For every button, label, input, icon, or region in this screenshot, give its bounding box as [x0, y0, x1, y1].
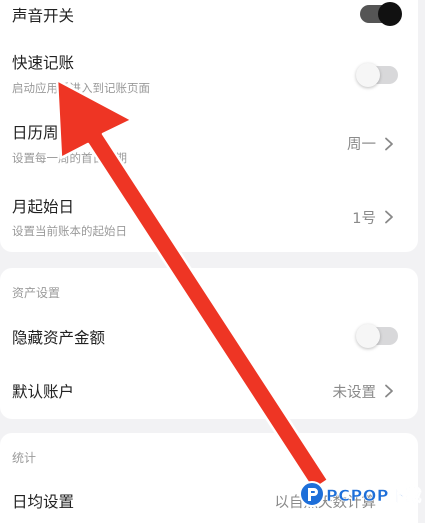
asset-section-title: 资产设置	[12, 286, 61, 300]
toggle-knob	[378, 2, 402, 26]
week-start-value: 周一	[347, 137, 376, 153]
quick-entry-label: 快速记账	[12, 54, 75, 72]
chevron-right-icon	[385, 137, 393, 151]
week-start-label: 日历周首日	[12, 124, 90, 142]
week-start-description: 设置每一周的首日日期	[12, 151, 127, 165]
month-start-value: 1号	[352, 211, 376, 227]
chevron-right-icon	[385, 384, 393, 398]
month-start-label: 月起始日	[12, 198, 75, 216]
daily-average-label: 日均设置	[12, 493, 75, 511]
toggle-knob	[356, 324, 380, 348]
default-account-row[interactable]: 默认账户 未设置	[0, 373, 418, 409]
sound-switch-row[interactable]: 声音开关	[0, 0, 418, 36]
quick-entry-toggle[interactable]	[356, 63, 398, 87]
asset-settings-card: 资产设置 隐藏资产金额 默认账户 未设置	[0, 268, 418, 419]
toggle-knob	[356, 63, 380, 87]
watermark-text: PCPOP下载	[326, 486, 423, 506]
default-account-value: 未设置	[332, 385, 377, 401]
pcpop-watermark: PCPOP下载	[296, 478, 425, 514]
general-settings-card: 声音开关 快速记账 启动应用后进入到记账页面 日历周首日 设置每一周的首日日期 …	[0, 0, 418, 252]
stats-section-title: 统计	[12, 451, 37, 465]
chevron-right-icon	[385, 210, 393, 224]
default-account-label: 默认账户	[12, 383, 75, 401]
sound-switch-label: 声音开关	[12, 7, 75, 25]
hide-asset-amount-row[interactable]: 隐藏资产金额	[0, 318, 418, 354]
quick-entry-description: 启动应用后进入到记账页面	[12, 81, 150, 95]
week-start-row[interactable]: 日历周首日 设置每一周的首日日期 周一	[0, 113, 418, 171]
hide-asset-amount-toggle[interactable]	[356, 324, 398, 348]
quick-entry-row[interactable]: 快速记账 启动应用后进入到记账页面	[0, 45, 418, 103]
hide-asset-amount-label: 隐藏资产金额	[12, 329, 106, 347]
month-start-row[interactable]: 月起始日 设置当前账本的起始日 1号	[0, 187, 418, 245]
month-start-description: 设置当前账本的起始日	[12, 224, 127, 238]
pcpop-logo-icon	[299, 481, 325, 507]
sound-switch-toggle[interactable]	[360, 2, 402, 26]
